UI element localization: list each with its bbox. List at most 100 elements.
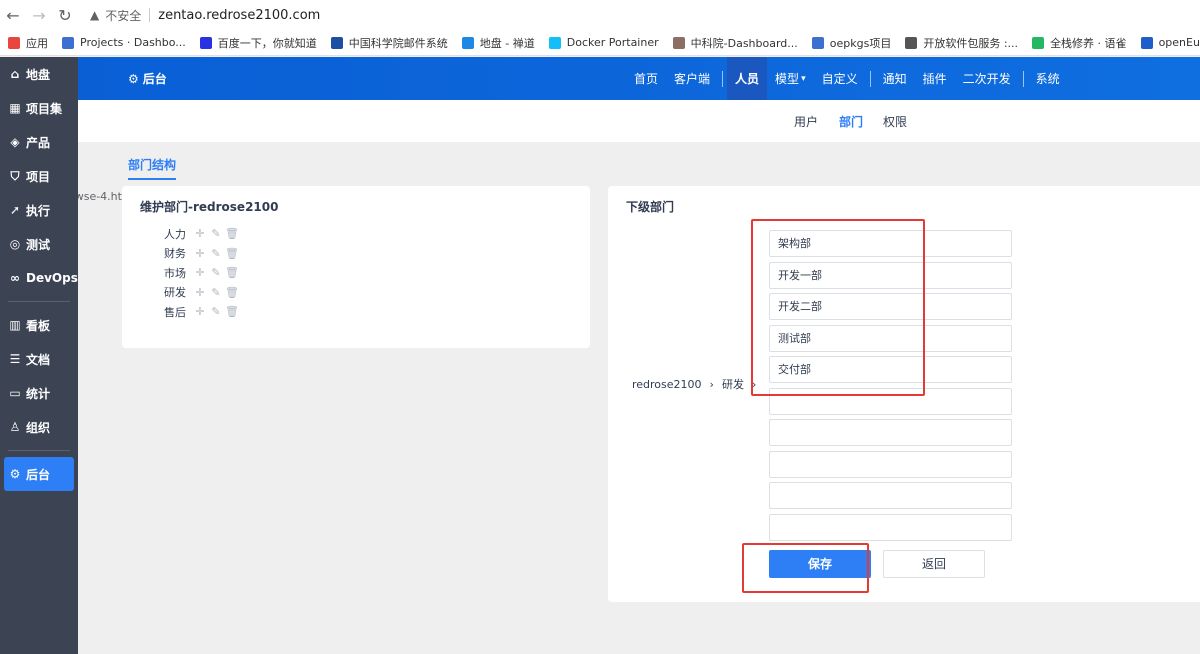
bookmark-icon <box>1140 36 1153 49</box>
trash-icon[interactable]: 🗑 <box>224 266 240 279</box>
bookmark-label: 中国科学院邮件系统 <box>348 36 448 50</box>
child-dept-input[interactable] <box>769 419 1012 446</box>
dept-tree-panel: 维护部门-redrose2100 人力 ✛ ✎ 🗑 财务 ✛ ✎ 🗑 市场 ✛ ✎ 🗑 研发 ✛ ✎ 🗑 售后 ✛… <box>122 186 590 348</box>
top-nav-item[interactable]: 人员 <box>727 57 768 100</box>
child-dept-input[interactable] <box>769 482 1012 509</box>
tab-dept-structure[interactable]: 部门结构 <box>128 156 177 180</box>
dept-name[interactable]: 人力 <box>156 226 186 242</box>
sidebar-item[interactable]: ⛉ 项目 <box>0 159 78 193</box>
bookmark-icon <box>8 36 20 49</box>
url-field[interactable]: zentao.redrose2100.com/dept-browse-4.htm… <box>24 7 321 204</box>
sidebar-item[interactable]: ⚙ 后台 <box>4 457 74 491</box>
sidebar-item[interactable]: ▥ 看板 <box>0 308 78 342</box>
trash-icon[interactable]: 🗑 <box>224 305 240 318</box>
warning-icon: ▲ <box>90 8 100 22</box>
edit-icon[interactable]: ✎ <box>208 266 224 279</box>
left-nav: ⌂ 地盘 ▦ 项目集 ◈ 产品 ⛉ 项目 ➚ 执行 ◎ 测试 ∞ DevOps ▥ 看板 ☰ 文档 ▭ 统计 ♙ 组织 ⚙ 后… <box>0 57 78 654</box>
sidebar-item-label: 测试 <box>26 237 51 252</box>
sidebar-item[interactable]: ∞ DevOps <box>0 261 78 295</box>
breadcrumb: redrose2100 › 研发 › <box>632 376 764 392</box>
top-nav-item[interactable]: 客户端 <box>666 57 718 100</box>
top-nav-label: 首页 <box>634 72 659 86</box>
bookmark-item[interactable]: Docker Portainer <box>548 36 659 49</box>
move-icon[interactable]: ✛ <box>192 227 208 240</box>
sidebar-item[interactable]: ➚ 执行 <box>0 193 78 227</box>
trash-icon[interactable]: 🗑 <box>224 286 240 299</box>
chevron-right-icon: › <box>709 377 714 391</box>
dept-name[interactable]: 财务 <box>156 245 186 261</box>
bookmark-label: oepkgs项目 <box>829 36 892 50</box>
bookmark-label: 百度一下，你就知道 <box>217 36 317 50</box>
bookmark-item[interactable]: 百度一下，你就知道 <box>199 35 317 51</box>
url-host: zentao.redrose2100.com <box>158 7 321 23</box>
subnav-item-users[interactable]: 用户 <box>794 113 818 130</box>
move-icon[interactable]: ✛ <box>192 266 208 279</box>
edit-icon[interactable]: ✎ <box>208 227 224 240</box>
top-nav-item[interactable]: 首页 <box>626 57 666 100</box>
sidebar-item[interactable]: ▦ 项目集 <box>0 91 78 125</box>
top-nav-item[interactable]: 模型 ▾ <box>767 57 814 100</box>
reload-icon[interactable]: ↻ <box>52 6 78 25</box>
nav-divider <box>722 70 724 87</box>
app-header: ⚙ 后台 首页 客户端 人员 模型 ▾ 自定义 通知 插件 二次开发 系统 <box>78 57 1200 100</box>
sidebar-item[interactable]: ◎ 测试 <box>0 227 78 261</box>
top-nav-label: 系统 <box>1035 72 1060 86</box>
sidebar-item[interactable]: ⌂ 地盘 <box>0 57 78 91</box>
subnav-item-permissions[interactable]: 权限 <box>883 113 907 130</box>
bookmark-item[interactable]: 中科院-Dashboard... <box>672 35 798 51</box>
edit-icon[interactable]: ✎ <box>208 247 224 260</box>
move-icon[interactable]: ✛ <box>192 305 208 318</box>
subnav-item-depts[interactable]: 部门 <box>839 113 863 130</box>
bookmark-item[interactable]: 全栈修养 · 语雀 <box>1032 35 1127 51</box>
sidebar-item-label: 项目 <box>26 169 51 184</box>
dept-name[interactable]: 研发 <box>156 284 186 300</box>
forward-icon[interactable]: → <box>26 6 52 25</box>
bookmark-item[interactable]: Projects · Dashbo... <box>62 36 186 49</box>
trash-icon[interactable]: 🗑 <box>224 247 240 260</box>
sidebar-item-label: 统计 <box>26 386 51 401</box>
child-dept-input[interactable] <box>769 450 1012 478</box>
top-nav-item[interactable]: 插件 <box>915 57 955 100</box>
top-nav-label: 插件 <box>922 72 947 86</box>
bookmark-item[interactable]: 开放软件包服务 :... <box>905 35 1018 51</box>
dept-name[interactable]: 售后 <box>156 304 186 320</box>
dept-name[interactable]: 市场 <box>156 265 186 281</box>
bookmark-item[interactable]: openEuler <box>1140 36 1200 49</box>
top-nav-item[interactable]: 系统 <box>1028 57 1068 100</box>
top-nav-label: 客户端 <box>674 72 711 86</box>
edit-icon[interactable]: ✎ <box>208 286 224 299</box>
top-nav-item[interactable]: 自定义 <box>814 57 866 100</box>
board-icon: ▥ <box>9 318 21 332</box>
child-dept-input[interactable] <box>769 513 1012 541</box>
bookmark-item[interactable]: oepkgs项目 <box>811 35 892 51</box>
trash-icon[interactable]: 🗑 <box>224 227 240 240</box>
bookmark-icon <box>811 36 824 49</box>
sub-nav: 用户 部门 权限 <box>78 100 1200 142</box>
sidebar-item[interactable]: ♙ 组织 <box>0 410 78 444</box>
security-indicator[interactable]: ▲ 不安全 <box>90 7 141 24</box>
move-icon[interactable]: ✛ <box>192 286 208 299</box>
bookmark-icon <box>199 36 212 49</box>
tree-row: 售后 ✛ ✎ 🗑 <box>156 302 240 322</box>
top-nav-label: 通知 <box>882 72 907 86</box>
edit-icon[interactable]: ✎ <box>208 305 224 318</box>
back-icon[interactable]: ← <box>0 6 26 25</box>
sidebar-item[interactable]: ▭ 统计 <box>0 376 78 410</box>
infinity-icon: ∞ <box>10 271 20 285</box>
bookmark-item[interactable]: 中国科学院邮件系统 <box>330 35 448 51</box>
bookmark-item[interactable]: 应用 <box>8 35 48 51</box>
move-icon[interactable]: ✛ <box>192 247 208 260</box>
top-nav-item[interactable]: 二次开发 <box>955 57 1019 100</box>
bookmark-item[interactable]: 地盘 - 禅道 <box>461 35 535 51</box>
bookmark-label: 中科院-Dashboard... <box>690 36 798 50</box>
sidebar-item[interactable]: ☰ 文档 <box>0 342 78 376</box>
sidebar-item[interactable]: ◈ 产品 <box>0 125 78 159</box>
product-icon: ◈ <box>10 135 20 149</box>
top-nav-label: 自定义 <box>821 72 858 86</box>
brand[interactable]: ⚙ 后台 <box>128 70 167 87</box>
security-label: 不安全 <box>105 8 142 23</box>
project-icon: ⛉ <box>10 168 20 183</box>
top-nav-item[interactable]: 通知 <box>875 57 915 100</box>
back-button[interactable]: 返回 <box>883 550 985 578</box>
browser-address-bar: ← → ↻ ▲ 不安全 zentao.redrose2100.com/dept-… <box>0 0 1200 204</box>
